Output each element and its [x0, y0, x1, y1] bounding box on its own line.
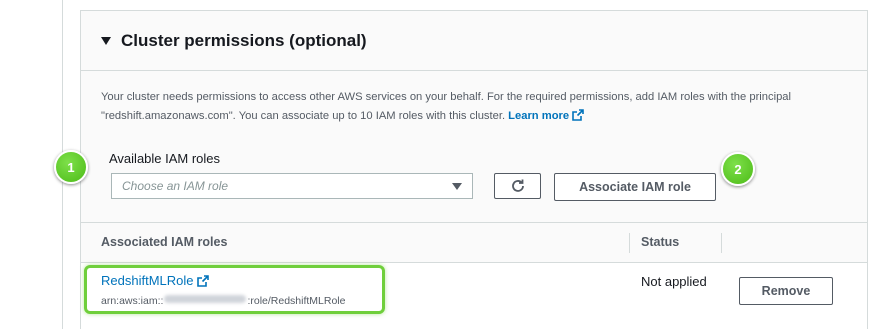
refresh-icon [511, 179, 524, 192]
learn-more-link[interactable]: Learn more [508, 109, 584, 122]
header-associated-roles: Associated IAM roles [101, 235, 228, 249]
header-status: Status [641, 235, 680, 249]
step-badge-2: 2 [721, 152, 755, 186]
role-highlight-box [84, 265, 385, 314]
section-header[interactable]: Cluster permissions (optional) [81, 11, 867, 71]
section-title: Cluster permissions (optional) [121, 30, 367, 50]
column-divider [629, 233, 630, 253]
table-header: Associated IAM roles Status [81, 223, 867, 263]
learn-more-label: Learn more [508, 110, 570, 122]
remove-button[interactable]: Remove [739, 277, 833, 305]
section-description: Your cluster needs permissions to access… [101, 88, 851, 126]
dropdown-arrow-icon [452, 182, 462, 190]
description-text: Your cluster needs permissions to access… [101, 91, 792, 122]
select-placeholder: Choose an IAM role [122, 179, 229, 193]
iam-role-select[interactable]: Choose an IAM role [111, 173, 473, 199]
associate-iam-role-button[interactable]: Associate IAM role [554, 173, 716, 201]
role-status: Not applied [641, 274, 707, 289]
step-badge-1: 1 [54, 150, 88, 184]
column-divider [721, 233, 722, 253]
refresh-button[interactable] [494, 173, 541, 199]
available-roles-label: Available IAM roles [109, 151, 221, 166]
external-link-icon [572, 109, 584, 121]
caret-down-icon[interactable] [101, 36, 111, 45]
